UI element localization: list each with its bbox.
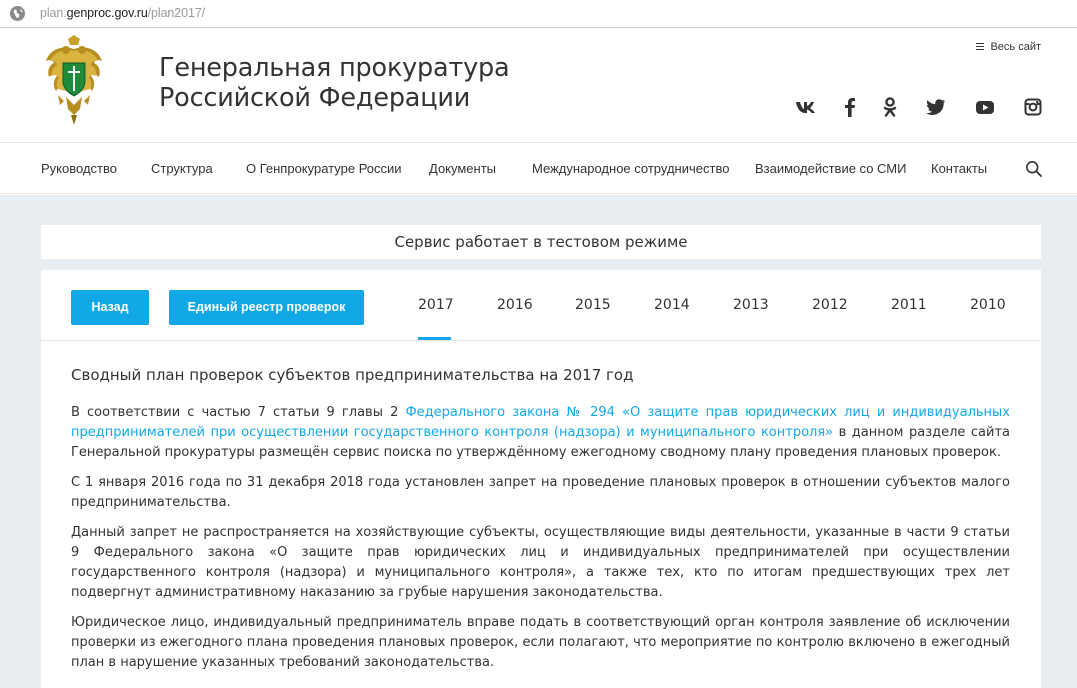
plan-card: Назад Единый реестр проверок 2017 2016 2… bbox=[41, 270, 1041, 688]
year-tab-2015[interactable]: 2015 bbox=[575, 297, 611, 313]
facebook-icon[interactable] bbox=[843, 97, 863, 117]
odnoklassniki-icon[interactable] bbox=[883, 97, 903, 117]
youtube-icon[interactable] bbox=[975, 97, 995, 117]
back-button[interactable]: Назад bbox=[71, 290, 149, 325]
plan-toolbar: Назад Единый реестр проверок 2017 2016 2… bbox=[41, 270, 1041, 341]
test-mode-notice: Сервис работает в тестовом режиме bbox=[41, 225, 1041, 259]
year-tab-2014[interactable]: 2014 bbox=[654, 297, 690, 313]
twitter-icon[interactable] bbox=[926, 97, 946, 117]
site-header: Генеральная прокуратура Российской Федер… bbox=[0, 29, 1077, 143]
nav-item-international[interactable]: Международное сотрудничество bbox=[532, 161, 729, 176]
nav-item-structure[interactable]: Структура bbox=[151, 161, 213, 176]
year-tab-2010[interactable]: 2010 bbox=[970, 297, 1006, 313]
year-tab-2013[interactable]: 2013 bbox=[733, 297, 769, 313]
sitemap-link[interactable]: Весь сайт bbox=[976, 41, 1041, 53]
url-text[interactable]: plan.genproc.gov.ru/plan2017/ bbox=[40, 6, 205, 20]
year-tab-2017[interactable]: 2017 bbox=[418, 297, 454, 313]
nav-item-media[interactable]: Взаимодействие со СМИ bbox=[755, 161, 906, 176]
org-title[interactable]: Генеральная прокуратура Российской Федер… bbox=[159, 53, 510, 113]
active-year-indicator bbox=[418, 337, 451, 340]
nav-item-documents[interactable]: Документы bbox=[429, 161, 496, 176]
vk-icon[interactable] bbox=[795, 97, 815, 117]
article: Сводный план проверок субъектов предприн… bbox=[71, 364, 1010, 683]
address-bar[interactable]: plan.genproc.gov.ru/plan2017/ bbox=[0, 0, 1077, 28]
article-paragraph-4: Юридическое лицо, индивидуальный предпри… bbox=[71, 615, 1010, 670]
org-title-line1: Генеральная прокуратура bbox=[159, 53, 510, 83]
registry-button[interactable]: Единый реестр проверок bbox=[169, 290, 364, 325]
globe-icon bbox=[10, 6, 25, 21]
prosecutor-emblem-logo[interactable] bbox=[44, 35, 104, 127]
article-paragraph-1: В соответствии с частью 7 статьи 9 главы… bbox=[71, 405, 1010, 460]
article-title: Сводный план проверок субъектов предприн… bbox=[71, 366, 634, 384]
nav-item-contacts[interactable]: Контакты bbox=[931, 161, 987, 176]
article-paragraph-3: Данный запрет не распространяется на хоз… bbox=[71, 525, 1010, 600]
year-tab-2012[interactable]: 2012 bbox=[812, 297, 848, 313]
search-icon[interactable] bbox=[1025, 160, 1043, 178]
main-nav: Руководство Структура О Генпрокуратуре Р… bbox=[0, 144, 1077, 194]
instagram-icon[interactable] bbox=[1024, 97, 1044, 117]
org-title-line2: Российской Федерации bbox=[159, 83, 471, 113]
nav-item-about[interactable]: О Генпрокуратуре России bbox=[246, 161, 402, 176]
year-tab-2016[interactable]: 2016 bbox=[497, 297, 533, 313]
article-paragraph-2: С 1 января 2016 года по 31 декабря 2018 … bbox=[71, 475, 1010, 510]
menu-icon bbox=[976, 43, 985, 50]
nav-item-leadership[interactable]: Руководство bbox=[41, 161, 117, 176]
year-tab-2011[interactable]: 2011 bbox=[891, 297, 927, 313]
